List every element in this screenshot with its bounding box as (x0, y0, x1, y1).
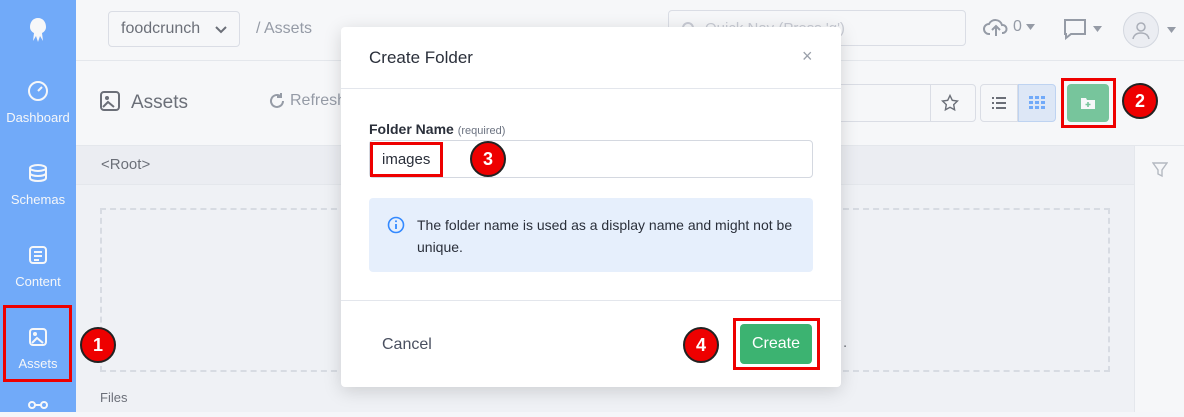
folder-name-label-text: Folder Name (369, 121, 454, 137)
dialog-footer-divider (341, 300, 841, 301)
highlight-assets-nav (3, 305, 72, 382)
close-icon[interactable]: × (802, 46, 813, 67)
step-badge-1: 1 (80, 327, 116, 363)
highlight-create-folder-button (1061, 78, 1116, 128)
step-badge-2: 2 (1122, 83, 1158, 119)
info-icon (387, 216, 405, 239)
highlight-create-button (733, 318, 820, 370)
dialog-header-divider (341, 88, 841, 89)
highlight-folder-name (370, 142, 443, 177)
dialog-title: Create Folder (369, 48, 473, 67)
folder-name-label: Folder Name (required) (369, 121, 505, 137)
step-badge-3: 3 (470, 141, 506, 177)
cancel-button[interactable]: Cancel (382, 336, 432, 354)
step-badge-4: 4 (683, 327, 719, 363)
required-hint: (required) (457, 125, 506, 137)
info-text: The folder name is used as a display nam… (417, 217, 793, 255)
